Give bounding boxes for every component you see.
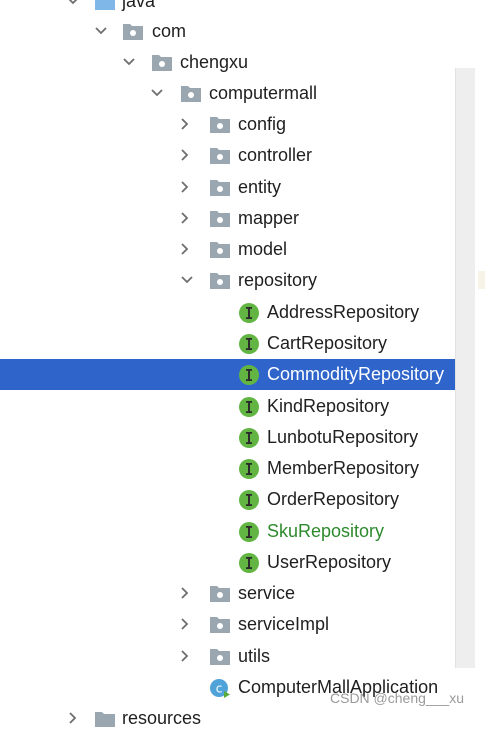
package-icon: [180, 83, 202, 105]
tree-item-model[interactable]: model: [0, 234, 475, 265]
package-icon: [209, 270, 231, 292]
chevron-down-icon[interactable]: [92, 16, 110, 47]
package-icon: [122, 21, 144, 43]
tree-item-repository[interactable]: repository: [0, 265, 475, 296]
project-tree[interactable]: java com chengxu computermall config con…: [0, 0, 475, 728]
package-icon: [209, 208, 231, 230]
chevron-down-icon[interactable]: [120, 47, 138, 78]
interface-icon: [238, 552, 260, 574]
chevron-right-icon[interactable]: [176, 140, 194, 171]
tree-item-service[interactable]: service: [0, 578, 475, 609]
tree-item-computermall[interactable]: computermall: [0, 78, 475, 109]
tree-item-label: LunbotuRepository: [267, 427, 419, 447]
tree-item-label: CommodityRepository: [267, 364, 445, 384]
tree-item-label: chengxu: [180, 52, 249, 72]
package-icon: [209, 583, 231, 605]
tree-item-cart-repository[interactable]: CartRepository: [0, 328, 475, 359]
chevron-right-icon[interactable]: [176, 203, 194, 234]
interface-icon: [238, 396, 260, 418]
tree-item-label: AddressRepository: [267, 302, 420, 322]
chevron-right-icon[interactable]: [176, 109, 194, 140]
interface-icon: [238, 302, 260, 324]
tree-item-label: OrderRepository: [267, 489, 400, 509]
interface-icon: [238, 458, 260, 480]
chevron-down-icon[interactable]: [148, 78, 166, 109]
tree-item-java[interactable]: java: [0, 0, 475, 17]
gutter-marker: [478, 271, 485, 289]
tree-item-user-repository[interactable]: UserRepository: [0, 547, 475, 578]
package-icon: [209, 145, 231, 167]
interface-icon: [238, 333, 260, 355]
folder-icon: [94, 0, 116, 13]
chevron-right-icon[interactable]: [176, 578, 194, 609]
tree-item-order-repository[interactable]: OrderRepository: [0, 484, 475, 515]
package-icon: [209, 614, 231, 636]
interface-icon: [238, 489, 260, 511]
tree-item-label: utils: [238, 646, 271, 666]
tree-item-lunbotu-repository[interactable]: LunbotuRepository: [0, 422, 475, 453]
folder-icon: [94, 708, 116, 730]
tree-item-service-impl[interactable]: serviceImpl: [0, 609, 475, 640]
tree-item-utils[interactable]: utils: [0, 641, 475, 672]
chevron-down-icon[interactable]: [178, 265, 196, 296]
tree-item-label: resources: [122, 708, 202, 728]
chevron-right-icon[interactable]: [176, 172, 194, 203]
chevron-right-icon[interactable]: [176, 641, 194, 672]
tree-item-sku-repository[interactable]: SkuRepository: [0, 516, 475, 547]
tree-item-address-repository[interactable]: AddressRepository: [0, 297, 475, 328]
tree-item-label: service: [238, 583, 296, 603]
vertical-scrollbar[interactable]: [455, 68, 476, 668]
watermark: CSDN @cheng___xu: [330, 690, 465, 706]
chevron-right-icon[interactable]: [64, 703, 82, 734]
chevron-down-icon[interactable]: [64, 0, 82, 17]
package-icon: [209, 114, 231, 136]
package-icon: [209, 646, 231, 668]
interface-icon: [238, 521, 260, 543]
tree-item-label: UserRepository: [267, 552, 392, 572]
tree-item-label: entity: [238, 177, 282, 197]
tree-item-config[interactable]: config: [0, 109, 475, 140]
tree-item-label: java: [122, 0, 156, 11]
chevron-right-icon[interactable]: [176, 234, 194, 265]
tree-item-commodity-repository[interactable]: CommodityRepository: [0, 359, 475, 390]
package-icon: [151, 52, 173, 74]
tree-item-label: MemberRepository: [267, 458, 420, 478]
tree-item-label: controller: [238, 145, 313, 165]
tree-item-label: CartRepository: [267, 333, 388, 353]
interface-icon: [238, 427, 260, 449]
tree-item-label: com: [152, 21, 187, 41]
tree-item-controller[interactable]: controller: [0, 140, 475, 171]
tree-item-label: serviceImpl: [238, 614, 330, 634]
scrollbar-gutter: [475, 0, 485, 717]
tree-item-mapper[interactable]: mapper: [0, 203, 475, 234]
tree-item-entity[interactable]: entity: [0, 172, 475, 203]
package-icon: [209, 239, 231, 261]
tree-item-label: repository: [238, 270, 318, 290]
tree-item-label: config: [238, 114, 287, 134]
chevron-right-icon[interactable]: [176, 609, 194, 640]
tree-item-label: computermall: [209, 83, 318, 103]
interface-icon: [238, 364, 260, 386]
tree-item-kind-repository[interactable]: KindRepository: [0, 391, 475, 422]
spring-boot-class-icon: c: [209, 677, 231, 699]
tree-item-resources[interactable]: resources: [0, 703, 475, 734]
package-icon: [209, 177, 231, 199]
tree-item-label: SkuRepository: [267, 521, 385, 541]
tree-item-com[interactable]: com: [0, 16, 475, 47]
tree-item-member-repository[interactable]: MemberRepository: [0, 453, 475, 484]
tree-item-label: mapper: [238, 208, 300, 228]
tree-item-label: model: [238, 239, 288, 259]
tree-item-label: KindRepository: [267, 396, 390, 416]
tree-item-chengxu[interactable]: chengxu: [0, 47, 475, 78]
svg-text:c: c: [216, 682, 223, 696]
